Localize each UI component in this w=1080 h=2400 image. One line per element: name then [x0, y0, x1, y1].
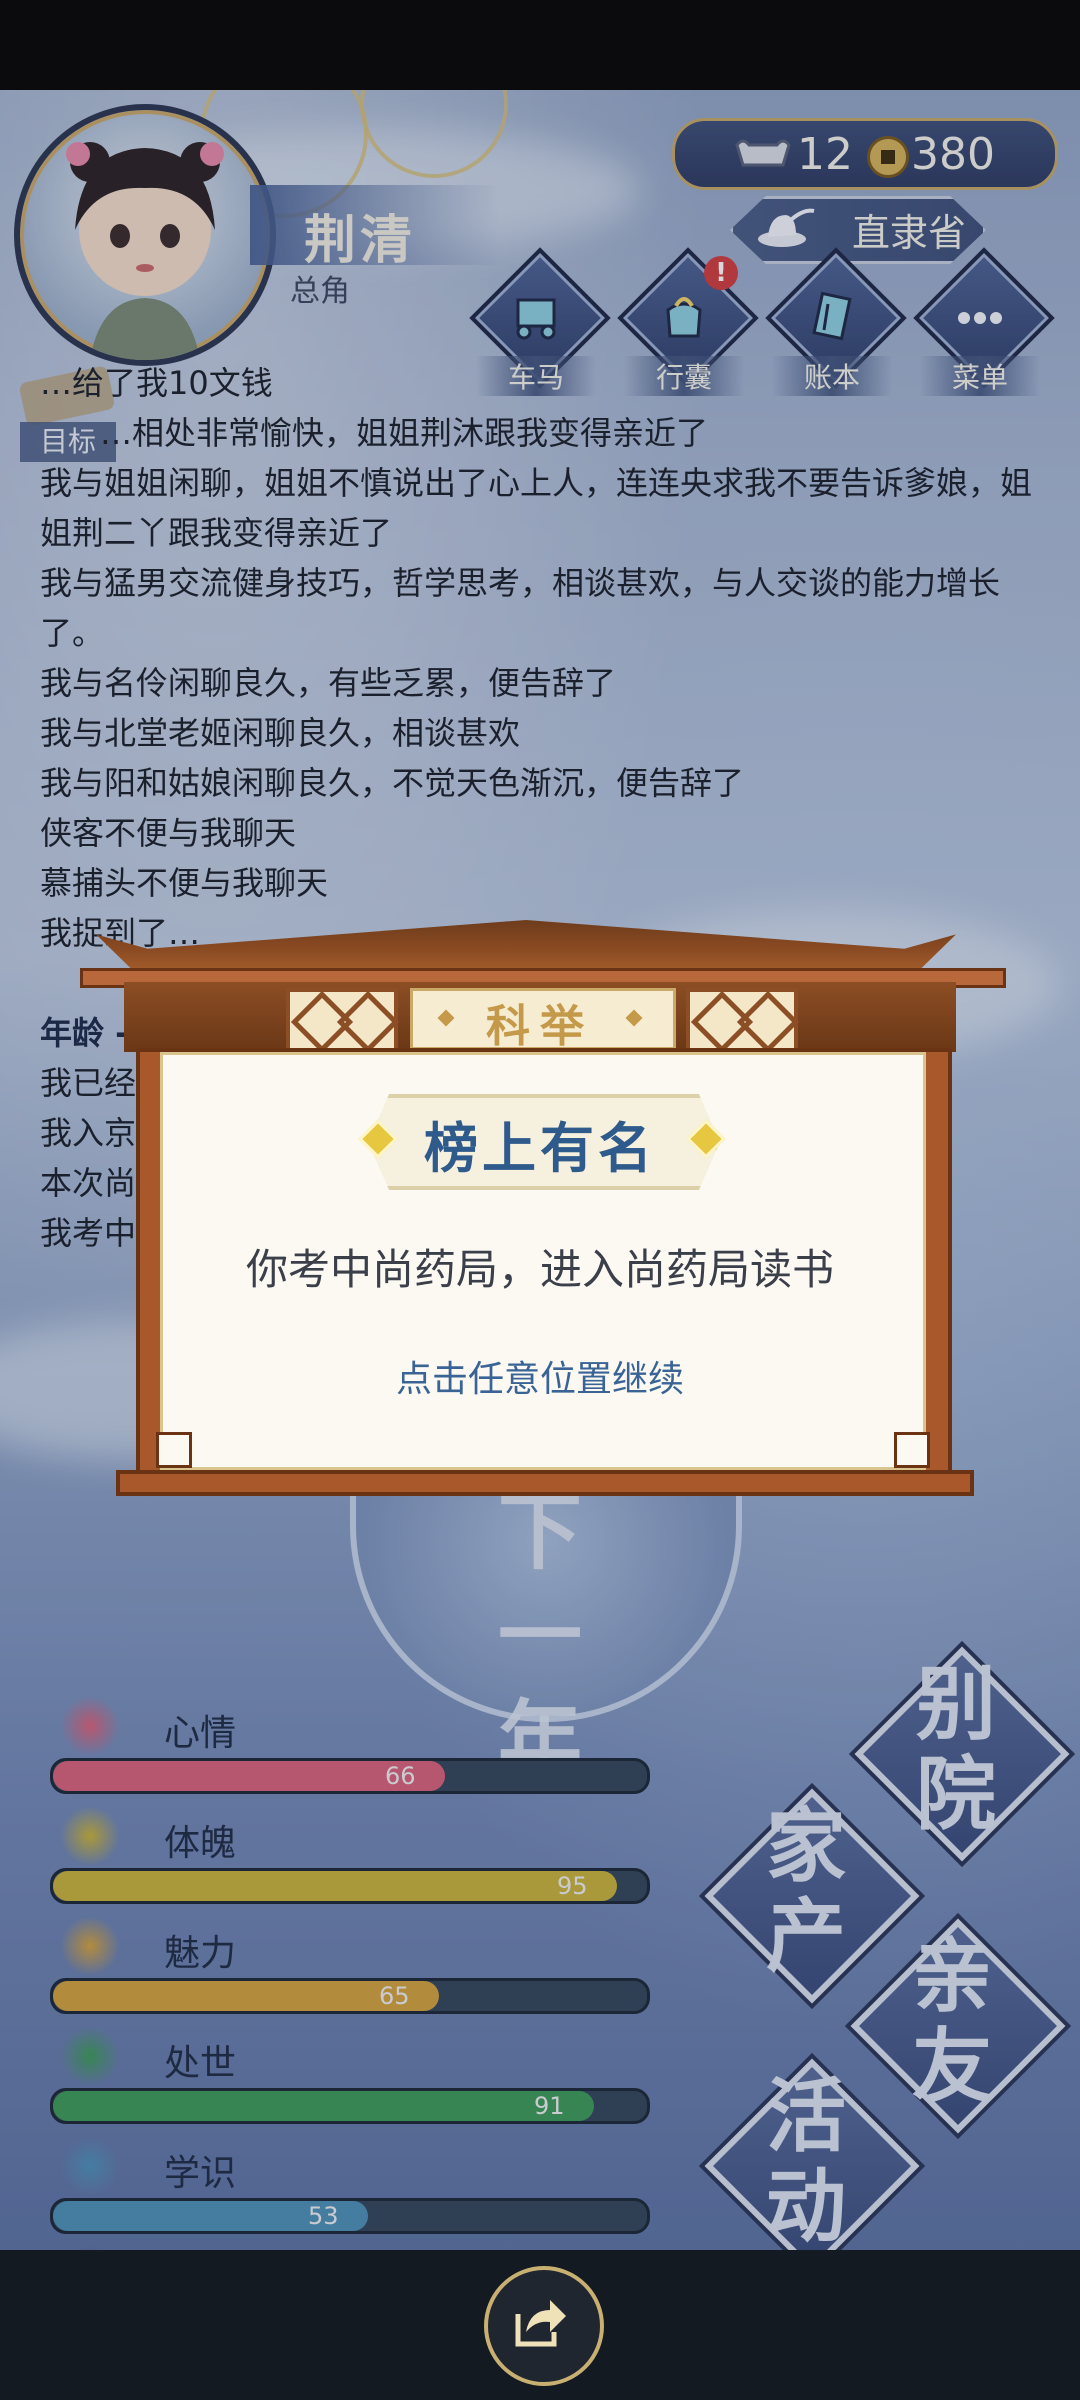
panel-corner — [156, 1432, 192, 1468]
share-button[interactable] — [484, 2266, 604, 2386]
share-icon — [515, 2300, 566, 2347]
lattice-ornament — [686, 988, 800, 1054]
lattice-ornament — [286, 988, 400, 1054]
modal-title: 科举 — [486, 1001, 594, 1052]
continue-hint[interactable]: 点击任意位置继续 — [160, 1350, 920, 1402]
panel-corner — [894, 1432, 930, 1468]
modal-base-beam — [116, 1470, 974, 1496]
result-message: 你考中尚药局，进入尚药局读书 — [245, 1245, 834, 1294]
result-title: 榜上有名 — [424, 1117, 656, 1180]
